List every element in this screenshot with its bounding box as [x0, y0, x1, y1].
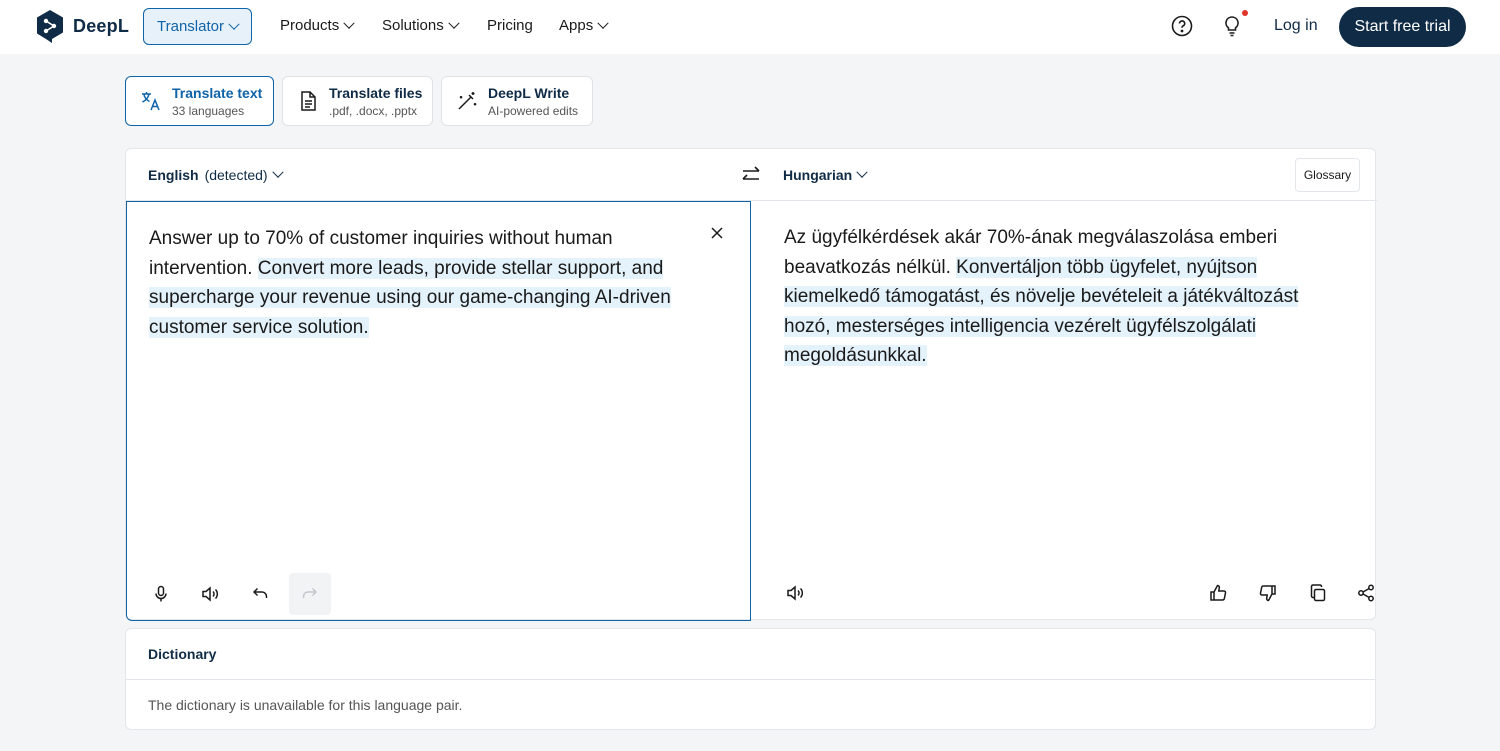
chevron-down-icon [343, 17, 355, 29]
translate-icon [142, 92, 160, 111]
thumbs-up-icon [1210, 584, 1227, 601]
microphone-button[interactable] [140, 573, 182, 615]
divider [126, 679, 1375, 680]
speaker-icon [787, 585, 803, 601]
language-bar: English (detected) Hungarian Glossary [126, 149, 1377, 201]
thumbs-down-icon [1259, 585, 1276, 602]
nav-products-label: Products [280, 17, 340, 34]
nav-pricing-label: Pricing [487, 17, 533, 34]
redo-icon [302, 587, 318, 598]
target-language-label: Hungarian [783, 167, 853, 183]
dictionary-message: The dictionary is unavailable for this l… [148, 697, 463, 713]
nav-solutions[interactable]: Solutions [382, 17, 460, 34]
copy-icon [1310, 584, 1326, 602]
source-language-select[interactable]: English (detected) [148, 166, 284, 183]
login-link[interactable]: Log in [1274, 17, 1318, 35]
translator-label: Translator [157, 18, 224, 35]
mode-subtitle: .pdf, .docx, .pptx [329, 104, 418, 118]
lightbulb-icon[interactable] [1220, 14, 1244, 38]
deepl-logo[interactable]: DeepL [35, 9, 129, 43]
mode-subtitle: AI-powered edits [488, 104, 579, 118]
magic-wand-icon [458, 92, 477, 110]
nav-pricing[interactable]: Pricing [487, 17, 533, 34]
swap-languages-icon[interactable] [739, 163, 763, 187]
chevron-down-icon [597, 17, 609, 29]
listen-source-button[interactable] [189, 573, 231, 615]
notification-dot [1242, 10, 1248, 16]
tab-translate-files[interactable]: Translate files .pdf, .docx, .pptx [282, 76, 433, 126]
source-text[interactable]: Answer up to 70% of customer inquiries w… [149, 224, 699, 342]
source-language-label: English [148, 167, 199, 183]
detected-label: (detected) [204, 167, 268, 183]
top-navigation: DeepL Translator Products Solutions Pric… [0, 0, 1500, 54]
mode-title: Translate text [172, 85, 263, 101]
clear-text-icon[interactable] [709, 225, 725, 241]
translated-text: Az ügyfélkérdések akár 70%-ának megválas… [784, 223, 1344, 371]
target-language-select[interactable]: Hungarian [783, 166, 868, 183]
undo-button[interactable] [239, 573, 281, 615]
dictionary-title: Dictionary [148, 646, 217, 662]
target-text-area: Az ügyfélkérdések akár 70%-ának megválas… [751, 201, 1377, 621]
microphone-icon [155, 585, 167, 602]
copy-button[interactable] [1297, 572, 1339, 614]
tab-deepl-write[interactable]: DeepL Write AI-powered edits [441, 76, 593, 126]
mode-subtitle: 33 languages [172, 104, 245, 118]
thumbs-down-button[interactable] [1247, 572, 1289, 614]
share-button[interactable] [1345, 572, 1387, 614]
tab-translate-text[interactable]: Translate text 33 languages [125, 76, 274, 126]
chevron-down-icon [228, 18, 240, 30]
file-icon [301, 91, 316, 111]
share-icon [1358, 584, 1374, 602]
mode-title: Translate files [329, 85, 423, 101]
undo-icon [252, 587, 268, 598]
mode-title: DeepL Write [488, 85, 570, 101]
deepl-logo-icon [37, 10, 63, 43]
translator-panel: English (detected) Hungarian Glossary An… [125, 148, 1377, 621]
chevron-down-icon [271, 166, 284, 178]
glossary-button[interactable]: Glossary [1295, 158, 1360, 192]
listen-translation-button[interactable] [774, 572, 816, 614]
chevron-down-icon [448, 17, 460, 29]
source-text-area[interactable]: Answer up to 70% of customer inquiries w… [126, 201, 751, 621]
help-icon[interactable] [1170, 14, 1194, 38]
thumbs-up-button[interactable] [1197, 572, 1239, 614]
nav-products[interactable]: Products [280, 17, 355, 34]
dictionary-panel: Dictionary The dictionary is unavailable… [125, 628, 1376, 730]
chevron-down-icon [856, 166, 868, 178]
brand-name: DeepL [73, 15, 130, 36]
speaker-icon [202, 586, 218, 602]
nav-solutions-label: Solutions [382, 17, 444, 34]
nav-apps-label: Apps [559, 17, 594, 34]
redo-button[interactable] [289, 573, 331, 615]
translator-menu-button[interactable]: Translator [143, 8, 252, 45]
nav-apps[interactable]: Apps [559, 17, 609, 34]
start-free-trial-button[interactable]: Start free trial [1339, 7, 1466, 47]
